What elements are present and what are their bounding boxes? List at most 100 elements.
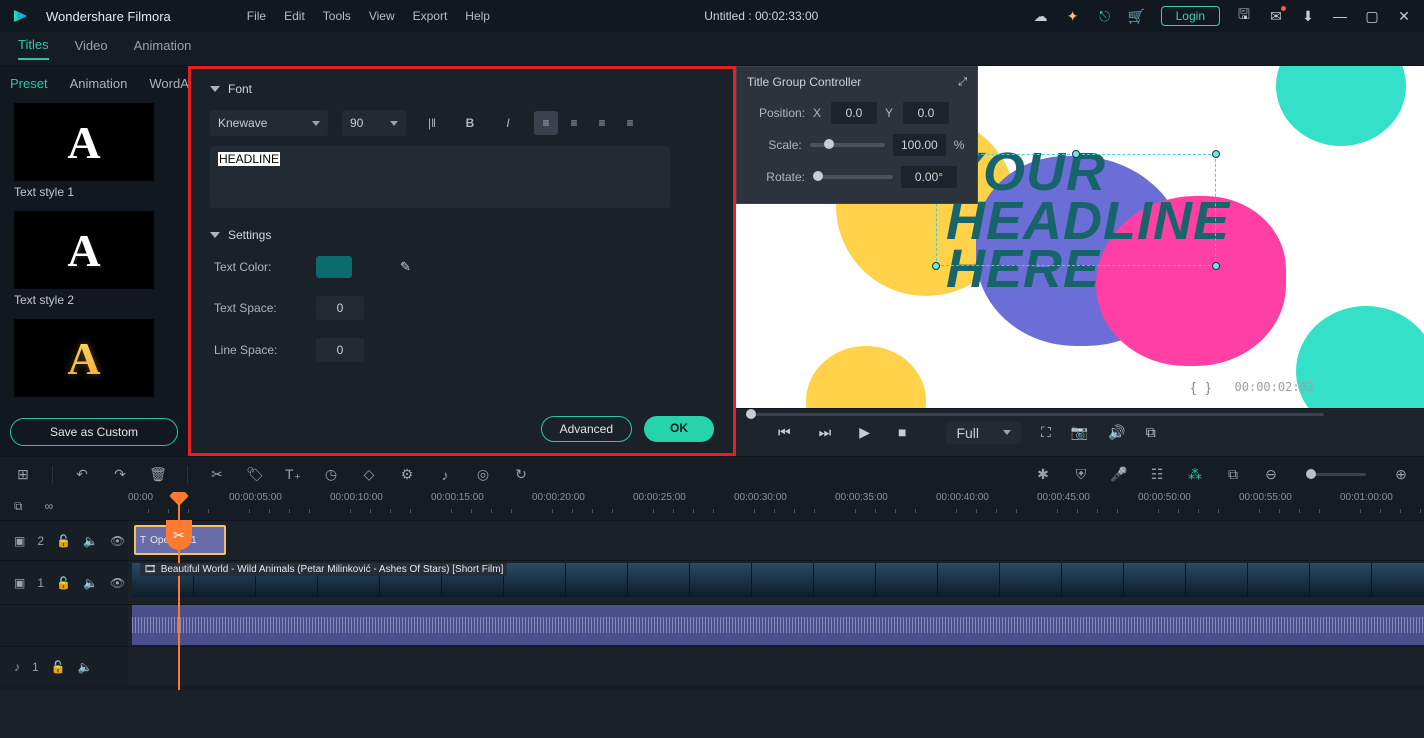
magnet-icon[interactable]: ⁂ (1186, 466, 1204, 484)
track-lane-video[interactable]: 🎞 Beautiful World - Wild Animals (Petar … (128, 560, 1424, 604)
zoom-slider[interactable] (1306, 473, 1366, 476)
position-x-input[interactable]: 0.0 (831, 102, 877, 124)
bold-button[interactable]: B (458, 111, 482, 135)
audio-icon[interactable]: ♪ (436, 466, 454, 484)
font-family-dropdown[interactable]: Knewave (210, 110, 328, 136)
save-icon[interactable]: 🖫 (1236, 8, 1252, 24)
window-close-icon[interactable]: ✕ (1396, 8, 1412, 24)
text-icon[interactable]: T₊ (284, 466, 302, 484)
eyedropper-icon[interactable]: ✎ (400, 259, 411, 275)
cloud-icon[interactable]: ☁ (1033, 8, 1049, 24)
tag-icon[interactable]: 🏷 (246, 466, 264, 484)
tab-titles[interactable]: Titles (18, 37, 49, 60)
scale-slider[interactable] (810, 143, 885, 147)
mute-icon[interactable]: 🔈 (78, 660, 93, 674)
playback-quality-dropdown[interactable]: Full (946, 422, 1021, 444)
subtab-animation[interactable]: Animation (70, 76, 128, 91)
pin-icon[interactable]: ⤢ (958, 76, 967, 89)
time-ruler[interactable]: 00:0000:00:05:0000:00:10:0000:00:15:0000… (128, 492, 1424, 520)
align-center-button[interactable]: ≡ (562, 111, 586, 135)
text-space-input[interactable]: 0 (316, 296, 364, 320)
video-clip[interactable]: 🎞 Beautiful World - Wild Animals (Petar … (132, 563, 1424, 597)
zoom-out-icon[interactable]: ⊖ (1262, 466, 1280, 484)
mute-icon[interactable]: 🔈 (83, 576, 98, 590)
lock-icon[interactable]: 🔓 (51, 660, 66, 674)
crop-icon[interactable]: ⛶ (1041, 424, 1051, 441)
menu-file[interactable]: File (247, 9, 266, 23)
play-button[interactable]: ▶ (859, 424, 870, 441)
lock-icon[interactable]: 🔓 (56, 576, 71, 590)
font-section-header[interactable]: Font (210, 82, 714, 96)
zoom-in-icon[interactable]: ⊕ (1392, 466, 1410, 484)
cart-icon[interactable]: 🛒 (1129, 8, 1145, 24)
align-justify-button[interactable]: ≡ (618, 111, 642, 135)
visibility-icon[interactable]: 👁 (110, 534, 125, 548)
message-icon[interactable]: ✉ (1268, 8, 1284, 24)
tab-video[interactable]: Video (75, 38, 108, 59)
advanced-button[interactable]: Advanced (541, 416, 632, 442)
shield-icon[interactable]: ⛨ (1072, 466, 1090, 484)
track-lane-title[interactable]: T Opener 11 (128, 520, 1424, 560)
undo-icon[interactable]: ↶ (73, 466, 91, 484)
add-track-icon[interactable]: ⊞ (14, 466, 32, 484)
settings-section-header[interactable]: Settings (210, 228, 714, 242)
delete-icon[interactable]: 🗑 (149, 466, 167, 484)
position-y-input[interactable]: 0.0 (903, 102, 949, 124)
preset-thumb-3[interactable]: A (14, 319, 154, 397)
mic-icon[interactable]: 🎤 (1110, 466, 1128, 484)
character-spacing-icon[interactable]: |‖ (420, 111, 444, 135)
selection-box[interactable] (936, 154, 1216, 266)
login-button[interactable]: Login (1161, 6, 1220, 26)
keyframe-icon[interactable]: ◎ (474, 466, 492, 484)
menu-edit[interactable]: Edit (284, 9, 305, 23)
subtab-preset[interactable]: Preset (10, 76, 48, 91)
scale-input[interactable]: 100.00 (893, 134, 946, 156)
ok-button[interactable]: OK (644, 416, 714, 442)
stop-button[interactable]: ■ (898, 424, 906, 441)
mark-in-icon[interactable]: { (1191, 379, 1196, 395)
window-maximize-icon[interactable]: ▢ (1364, 8, 1380, 24)
line-space-input[interactable]: 0 (316, 338, 364, 362)
preset-thumb-1[interactable]: A (14, 103, 154, 181)
menu-export[interactable]: Export (413, 9, 448, 23)
snapshot-icon[interactable]: 📷 (1071, 424, 1088, 441)
mark-out-icon[interactable]: } (1206, 379, 1211, 395)
text-color-picker[interactable] (316, 256, 370, 278)
render-icon[interactable]: ↻ (512, 466, 530, 484)
italic-button[interactable]: I (496, 111, 520, 135)
color-icon[interactable]: ◇ (360, 466, 378, 484)
volume-icon[interactable]: 🔊 (1108, 424, 1125, 441)
audio-clip[interactable] (132, 605, 1424, 645)
split-icon[interactable]: ✂ (208, 466, 226, 484)
rotate-slider[interactable] (813, 175, 893, 179)
adjust-icon[interactable]: ⚙ (398, 466, 416, 484)
window-minimize-icon[interactable]: — (1332, 8, 1348, 24)
mute-icon[interactable]: 🔈 (83, 534, 98, 548)
download-icon[interactable]: ⬇ (1300, 8, 1316, 24)
menu-tools[interactable]: Tools (323, 9, 351, 23)
save-as-custom-button[interactable]: Save as Custom (10, 418, 178, 446)
visibility-icon[interactable]: 👁 (110, 576, 125, 590)
preset-thumb-2[interactable]: A (14, 211, 154, 289)
track-lane-audio-linked[interactable] (128, 604, 1424, 646)
playhead-handle[interactable] (169, 492, 189, 506)
title-text-input[interactable]: HEADLINE (210, 146, 670, 208)
fullscreen-icon[interactable]: ⧉ (1146, 424, 1156, 441)
track-lane-audio[interactable] (128, 646, 1424, 686)
sparkle-icon[interactable]: ✦ (1065, 8, 1081, 24)
menu-help[interactable]: Help (465, 9, 490, 23)
prev-frame-button[interactable]: ⏮ (778, 424, 791, 441)
rotate-input[interactable]: 0.00° (901, 166, 957, 188)
lock-icon[interactable]: 🔓 (56, 534, 71, 548)
title-group-controller-panel[interactable]: Title Group Controller ⤢ Position: X 0.0… (736, 66, 978, 204)
scrub-bar[interactable] (736, 409, 1424, 419)
marker-icon[interactable]: ✱ (1034, 466, 1052, 484)
mixer-icon[interactable]: ☷ (1148, 466, 1166, 484)
scissors-icon[interactable]: ✂ (166, 520, 192, 550)
font-size-dropdown[interactable]: 90 (342, 110, 406, 136)
headset-icon[interactable]: ⎋ (1097, 8, 1113, 24)
align-left-button[interactable]: ≡ (534, 111, 558, 135)
tab-animation[interactable]: Animation (134, 38, 192, 59)
next-frame-button[interactable]: ⏭ (819, 424, 832, 441)
timeline-link-icon[interactable]: ∞ (45, 499, 54, 513)
